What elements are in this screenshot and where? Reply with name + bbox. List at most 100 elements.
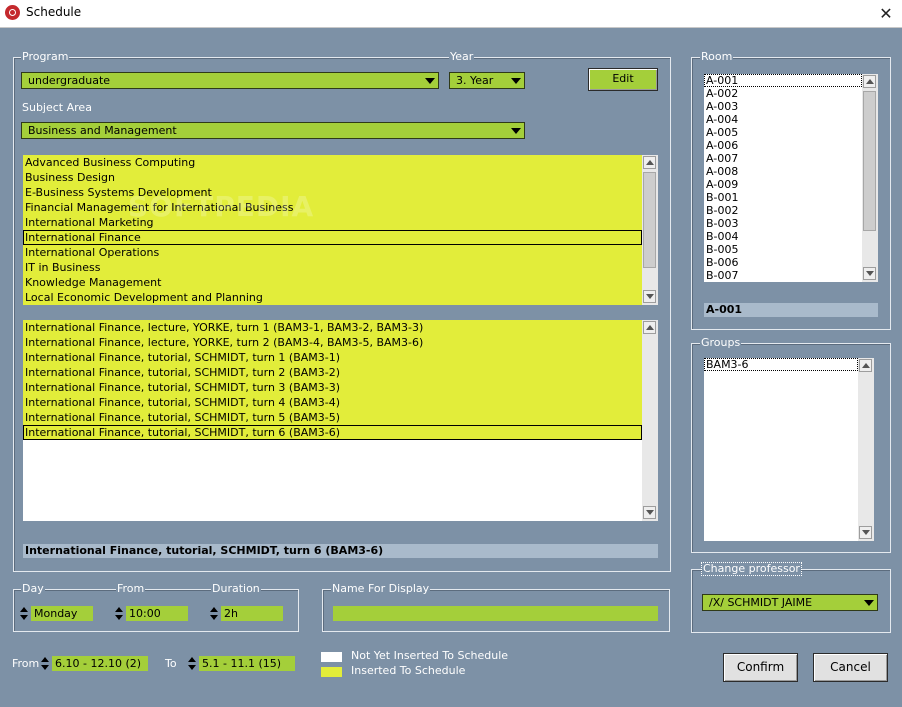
date-from-field[interactable]: 6.10 - 12.10 (2) xyxy=(52,656,148,671)
turn-list-item[interactable]: International Finance, tutorial, SCHMIDT… xyxy=(23,380,642,395)
duration-field[interactable]: 2h xyxy=(221,606,283,621)
professor-label: Change professor xyxy=(701,562,802,576)
cancel-button[interactable]: Cancel xyxy=(813,653,888,682)
subject-area-dropdown[interactable]: Business and Management xyxy=(21,122,525,139)
scroll-down-icon[interactable] xyxy=(863,267,876,280)
course-list-item[interactable]: Knowledge Management xyxy=(23,275,642,290)
turn-list-item[interactable]: International Finance, tutorial, SCHMIDT… xyxy=(23,395,642,410)
subject-area-value: Business and Management xyxy=(28,124,177,137)
title-bar: Schedule ✕ xyxy=(0,0,902,28)
from-time-field[interactable]: 10:00 xyxy=(126,606,188,621)
selected-turn-bar: International Finance, tutorial, SCHMIDT… xyxy=(23,544,658,558)
room-list-item[interactable]: B-004 xyxy=(704,230,862,243)
scroll-thumb[interactable] xyxy=(863,91,876,231)
turn-list-item[interactable]: International Finance, tutorial, SCHMIDT… xyxy=(23,350,642,365)
day-field[interactable]: Monday xyxy=(31,606,93,621)
scroll-down-icon[interactable] xyxy=(859,526,872,539)
selected-room-bar: A-001 xyxy=(704,303,878,317)
from-spin-icon[interactable] xyxy=(115,605,124,622)
course-list-item[interactable]: Financial Management for International B… xyxy=(23,200,642,215)
confirm-button[interactable]: Confirm xyxy=(723,653,798,682)
scroll-down-icon[interactable] xyxy=(643,506,656,519)
turn-list-item[interactable]: International Finance, lecture, YORKE, t… xyxy=(23,335,642,350)
room-list-item[interactable]: B-001 xyxy=(704,191,862,204)
legend-label-not-inserted: Not Yet Inserted To Schedule xyxy=(351,649,509,662)
groups-list-item-selected[interactable]: BAM3-6 xyxy=(704,358,858,371)
room-list-item[interactable]: B-007 xyxy=(704,269,862,282)
subject-area-label: Subject Area xyxy=(22,101,92,114)
course-list-item[interactable]: Business Design xyxy=(23,170,642,185)
course-list-scrollbar[interactable] xyxy=(642,155,658,305)
chevron-down-icon xyxy=(422,74,437,87)
edit-button-label: Edit xyxy=(612,72,634,85)
room-list-scrollbar[interactable] xyxy=(862,74,878,282)
turn-list-item[interactable]: International Finance, tutorial, SCHMIDT… xyxy=(23,410,642,425)
scroll-up-icon[interactable] xyxy=(643,321,656,334)
date-to-spin-icon[interactable] xyxy=(188,655,197,672)
room-list-item[interactable]: B-005 xyxy=(704,243,862,256)
turn-list-item-selected[interactable]: International Finance, tutorial, SCHMIDT… xyxy=(23,425,642,440)
turn-list-item[interactable]: International Finance, lecture, YORKE, t… xyxy=(23,320,642,335)
edit-button[interactable]: Edit xyxy=(588,68,658,91)
chevron-down-icon xyxy=(508,74,523,87)
course-list-item[interactable]: E-Business Systems Development xyxy=(23,185,642,200)
date-from-spin-icon[interactable] xyxy=(41,655,50,672)
course-list-item[interactable]: International Marketing xyxy=(23,215,642,230)
groups-label: Groups xyxy=(700,336,742,349)
legend-swatch-yellow xyxy=(321,667,342,677)
date-from-label: From xyxy=(12,657,40,670)
room-list-item[interactable]: A-003 xyxy=(704,100,862,113)
course-list-item[interactable]: International Operations xyxy=(23,245,642,260)
app-icon xyxy=(5,5,20,20)
scroll-up-icon[interactable] xyxy=(863,75,876,88)
year-dropdown[interactable]: 3. Year xyxy=(449,72,525,89)
professor-dropdown[interactable]: /X/ SCHMIDT JAIME xyxy=(702,594,878,611)
close-icon[interactable]: ✕ xyxy=(870,0,902,27)
duration-label: Duration xyxy=(211,582,261,595)
groups-list[interactable]: BAM3-6 xyxy=(704,358,858,541)
chevron-down-icon xyxy=(861,596,876,609)
room-list-item[interactable]: A-004 xyxy=(704,113,862,126)
year-label: Year xyxy=(449,50,475,63)
watermark: SOFTPEDIA xyxy=(128,190,315,223)
course-list-item-selected[interactable]: International Finance xyxy=(23,230,642,245)
course-list-item[interactable]: Local Economic Development and Planning xyxy=(23,290,642,305)
room-list-item[interactable]: A-008 xyxy=(704,165,862,178)
room-list-item[interactable]: B-006 xyxy=(704,256,862,269)
scroll-down-icon[interactable] xyxy=(643,290,656,303)
room-list-item[interactable]: B-002 xyxy=(704,204,862,217)
display-name-label: Name For Display xyxy=(331,582,431,595)
room-list-item[interactable]: B-003 xyxy=(704,217,862,230)
confirm-button-label: Confirm xyxy=(736,660,785,674)
cancel-button-label: Cancel xyxy=(830,660,871,674)
room-list-item[interactable]: A-007 xyxy=(704,152,862,165)
turn-list-scrollbar[interactable] xyxy=(642,320,658,521)
display-name-field[interactable] xyxy=(333,606,658,621)
scroll-up-icon[interactable] xyxy=(643,156,656,169)
room-list-item[interactable]: A-006 xyxy=(704,139,862,152)
room-label: Room xyxy=(700,50,734,63)
scroll-thumb[interactable] xyxy=(643,172,656,268)
legend-swatch-white xyxy=(321,652,342,662)
course-list[interactable]: Advanced Business Computing Business Des… xyxy=(23,155,642,305)
day-spin-icon[interactable] xyxy=(20,605,29,622)
turn-list-item[interactable]: International Finance, tutorial, SCHMIDT… xyxy=(23,365,642,380)
date-to-label: To xyxy=(165,657,177,670)
course-list-item[interactable]: IT in Business xyxy=(23,260,642,275)
program-label: Program xyxy=(21,50,70,63)
date-to-field[interactable]: 5.1 - 11.1 (15) xyxy=(199,656,295,671)
legend-label-inserted: Inserted To Schedule xyxy=(351,664,466,677)
course-list-item[interactable]: Advanced Business Computing xyxy=(23,155,642,170)
room-list-item[interactable]: A-005 xyxy=(704,126,862,139)
program-value: undergraduate xyxy=(28,74,111,87)
window-title: Schedule xyxy=(26,5,82,19)
program-dropdown[interactable]: undergraduate xyxy=(21,72,439,89)
turn-list[interactable]: International Finance, lecture, YORKE, t… xyxy=(23,320,642,521)
room-list-item[interactable]: A-002 xyxy=(704,87,862,100)
groups-list-scrollbar[interactable] xyxy=(858,358,874,541)
room-list-item[interactable]: A-009 xyxy=(704,178,862,191)
room-list[interactable]: A-001 A-002 A-003 A-004 A-005 A-006 A-00… xyxy=(704,74,862,282)
scroll-up-icon[interactable] xyxy=(859,359,872,372)
room-list-item-selected[interactable]: A-001 xyxy=(704,74,862,87)
duration-spin-icon[interactable] xyxy=(210,605,219,622)
